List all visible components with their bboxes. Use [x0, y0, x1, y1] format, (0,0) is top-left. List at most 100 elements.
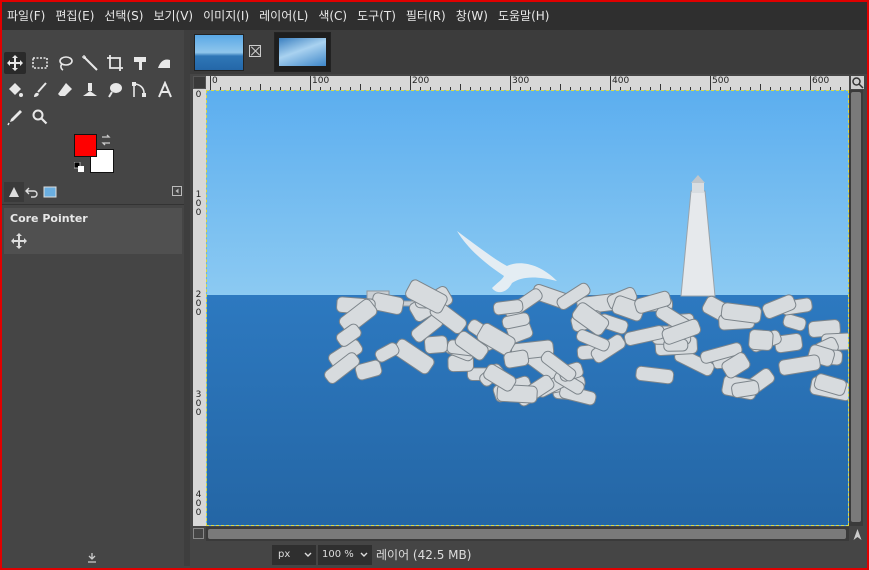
default-colors-icon[interactable]	[74, 162, 84, 172]
ruler-major-tick	[410, 76, 411, 90]
color-picker-tool[interactable]	[4, 106, 26, 128]
image-canvas[interactable]	[206, 90, 849, 526]
zoom-to-fit-icon[interactable]	[851, 76, 864, 89]
menu-edit[interactable]: 편집(E)	[50, 2, 99, 30]
ruler-label: 300	[512, 76, 530, 86]
ruler-label: 200	[412, 76, 430, 86]
menu-help[interactable]: 도움말(H)	[493, 2, 555, 30]
tool-options-title: Core Pointer	[10, 212, 88, 225]
unified-transform-icon	[134, 57, 146, 70]
menu-image[interactable]: 이미지(I)	[198, 2, 254, 30]
vertical-ruler[interactable]: 0 100 200 300 400	[193, 89, 206, 526]
fuzzy-select-icon	[82, 55, 98, 71]
menu-windows[interactable]: 창(W)	[451, 2, 493, 30]
crop-icon	[107, 55, 123, 71]
ruler-label: 600	[812, 76, 830, 86]
vertical-scrollbar[interactable]	[849, 90, 863, 526]
ruler-major-tick	[710, 76, 711, 90]
zoom-tool[interactable]	[29, 106, 51, 128]
bucket-fill-tool[interactable]	[4, 79, 26, 101]
lasso-icon	[59, 56, 73, 71]
tab-undo-history[interactable]	[22, 182, 42, 202]
rect-select-tool[interactable]	[29, 52, 51, 74]
smudge-tool[interactable]	[104, 79, 126, 101]
color-picker-icon	[7, 110, 22, 126]
ruler-label: 100	[195, 190, 202, 218]
tab-images[interactable]	[40, 182, 60, 202]
text-tool[interactable]	[154, 79, 176, 101]
bucket-fill-icon	[9, 83, 23, 97]
dock-divider[interactable]	[184, 30, 190, 566]
menu-view[interactable]: 보기(V)	[148, 2, 198, 30]
zoom-value: 100 %	[322, 549, 354, 560]
ruler-major-tick	[210, 76, 211, 90]
menu-tools[interactable]: 도구(T)	[352, 2, 401, 30]
menu-select[interactable]: 선택(S)	[99, 2, 148, 30]
vertical-scroll-thumb[interactable]	[851, 92, 861, 522]
menu-file[interactable]: 파일(F)	[2, 2, 50, 30]
images-icon	[43, 186, 57, 198]
ruler-corner[interactable]	[193, 76, 206, 89]
tool-options-panel: Core Pointer	[4, 208, 182, 254]
paintbrush-tool[interactable]	[29, 79, 51, 101]
fuzzy-select-tool[interactable]	[79, 52, 101, 74]
menu-layer[interactable]: 레이어(L)	[254, 2, 313, 30]
tool-options-icon	[9, 187, 19, 197]
ruler-label: 400	[612, 76, 630, 86]
crop-tool[interactable]	[104, 52, 126, 74]
move-tool[interactable]	[4, 52, 26, 74]
unit-select[interactable]: px	[272, 545, 316, 565]
tab-tool-options[interactable]	[4, 182, 24, 202]
lasso-tool[interactable]	[54, 52, 76, 74]
swap-colors-icon[interactable]	[100, 134, 112, 146]
dock-menu-icon[interactable]	[172, 186, 182, 196]
horizontal-ruler[interactable]: 0 100 200 300 400 500 600	[206, 76, 849, 90]
menu-colors[interactable]: 색(C)	[313, 2, 352, 30]
ruler-major-tick	[510, 76, 511, 90]
image-tabs-bar	[190, 30, 867, 74]
eraser-tool[interactable]	[54, 79, 76, 101]
dock-tab-bar	[2, 180, 186, 205]
layer-info: 레이어 (42.5 MB)	[376, 548, 472, 562]
foreground-color-swatch[interactable]	[74, 134, 97, 157]
path-tool[interactable]	[129, 79, 151, 101]
ruler-label: 500	[712, 76, 730, 86]
clone-tool[interactable]	[79, 79, 101, 101]
breakwater-block	[503, 349, 530, 369]
image-tab-thumbnail-1[interactable]	[194, 34, 244, 71]
clone-icon	[83, 83, 97, 96]
dock-bottom-icon[interactable]	[86, 552, 98, 564]
paintbrush-icon	[34, 82, 47, 97]
text-icon	[158, 81, 172, 98]
rect-select-icon	[32, 57, 48, 69]
ruler-label: 300	[195, 390, 202, 418]
breakwater-block	[748, 329, 774, 351]
zoom-icon	[32, 109, 48, 125]
warp-tool[interactable]	[154, 52, 176, 74]
chevron-down-icon	[304, 552, 312, 557]
horizontal-scrollbar[interactable]	[206, 527, 849, 541]
warp-icon	[158, 59, 170, 68]
quick-mask-toggle[interactable]	[193, 528, 204, 539]
horizontal-scroll-thumb[interactable]	[208, 529, 846, 539]
ruler-major-tick	[810, 76, 811, 90]
color-area	[72, 134, 117, 179]
ruler-label: 200	[195, 290, 202, 318]
eraser-icon	[58, 83, 72, 96]
core-pointer-move-icon	[11, 233, 27, 249]
canvas-photo	[207, 91, 848, 525]
unified-transform-tool[interactable]	[129, 52, 151, 74]
close-tab-icon[interactable]	[249, 45, 261, 57]
breakwater-block	[424, 335, 449, 355]
status-bar: px 100 % 레이어 (42.5 MB)	[190, 543, 867, 566]
zoom-select[interactable]: 100 %	[318, 545, 372, 565]
chevron-down-icon	[360, 552, 368, 557]
smudge-icon	[108, 83, 122, 98]
image-tab-thumbnail-2[interactable]	[274, 32, 331, 72]
navigate-icon[interactable]	[851, 528, 864, 541]
menu-filters[interactable]: 필터(R)	[401, 2, 451, 30]
ruler-major-tick	[610, 76, 611, 90]
ruler-label: 400	[195, 490, 202, 518]
ruler-label: 0	[195, 90, 202, 100]
undo-history-icon	[25, 187, 38, 198]
